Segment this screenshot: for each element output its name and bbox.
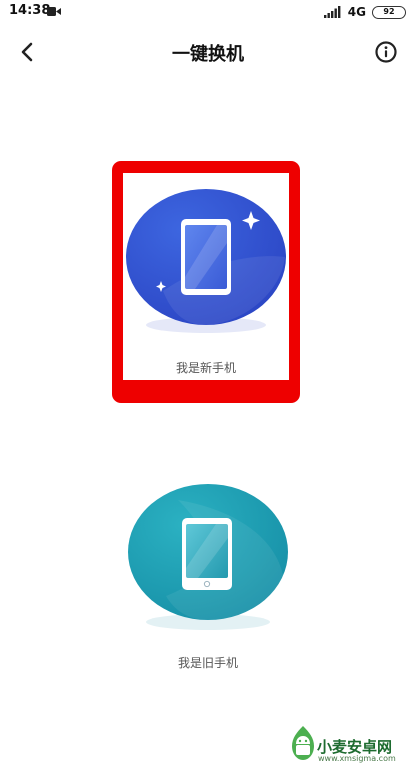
battery-indicator: 92 <box>372 5 406 19</box>
nav-bar: 一键换机 <box>0 28 416 76</box>
signal-strength-icon <box>323 6 341 18</box>
old-phone-illustration <box>128 484 288 630</box>
status-time: 14:38 <box>9 3 51 18</box>
watermark: 小麦安卓网 www.xmsigma.com <box>288 722 414 766</box>
battery-level: 92 <box>383 7 395 16</box>
watermark-url: www.xmsigma.com <box>318 754 396 763</box>
info-circle-icon <box>375 41 397 63</box>
info-button[interactable] <box>374 40 398 64</box>
old-phone-label: 我是旧手机 <box>177 656 238 670</box>
phone-icon <box>181 219 231 295</box>
new-phone-illustration <box>126 189 286 333</box>
network-type: 4G <box>347 5 366 19</box>
new-phone-option[interactable]: 我是新手机 <box>123 173 289 380</box>
page-title: 一键换机 <box>172 44 244 65</box>
new-phone-label: 我是新手机 <box>175 361 236 375</box>
android-logo-icon <box>292 726 314 760</box>
video-recording-icon <box>47 7 61 16</box>
phone-icon <box>182 518 232 590</box>
status-indicators: 4G 92 <box>323 3 406 21</box>
status-bar: 14:38 4G 92 <box>0 0 416 24</box>
old-phone-option[interactable]: 我是旧手机 <box>118 470 298 680</box>
